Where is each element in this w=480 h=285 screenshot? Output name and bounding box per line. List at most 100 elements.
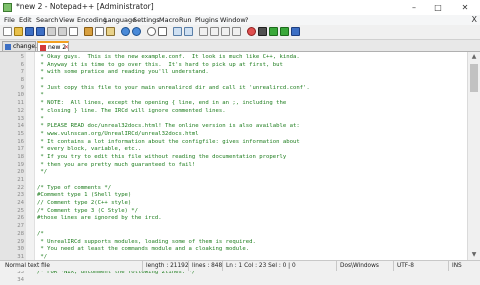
word-wrap-icon[interactable] [210, 27, 219, 36]
tab-new-2[interactable]: new 2 ✕ [37, 41, 69, 51]
scrollbar-thumb[interactable] [470, 64, 478, 92]
print-icon[interactable] [69, 27, 78, 36]
code-line[interactable]: 6 * Anyway it is time to go over this. I… [0, 62, 466, 70]
line-text: #Comment type 1 (Shell type) [37, 192, 132, 199]
open-file-icon[interactable] [14, 27, 23, 36]
replace-icon[interactable] [158, 27, 167, 36]
close-all-icon[interactable] [58, 27, 67, 36]
line-text: * PLEASE READ doc/unreal32docs.html! The… [37, 123, 300, 130]
code-line[interactable]: 17 * every block, variable, etc.. [0, 146, 466, 154]
line-text: /* Comment type 3 (C Style) */ [37, 207, 139, 214]
indent-guide-icon[interactable] [232, 27, 241, 36]
code-line[interactable]: 18 * If you try to edit this file withou… [0, 154, 466, 162]
code-line[interactable]: 26 #those lines are ignored by the ircd. [0, 215, 466, 223]
play-macro-icon[interactable] [269, 27, 278, 36]
show-all-chars-icon[interactable] [221, 27, 230, 36]
line-number: 34 [17, 276, 24, 283]
close-document-icon[interactable]: X [472, 15, 477, 24]
menu-settings[interactable]: Settings [133, 16, 160, 24]
menu-search[interactable]: Search [36, 16, 58, 24]
save-all-icon[interactable] [36, 27, 45, 36]
line-number: 25 [17, 207, 24, 214]
code-line[interactable]: 25 /* Comment type 3 (C Style) */ [0, 208, 466, 216]
code-line[interactable]: 27 [0, 223, 466, 231]
copy-icon[interactable] [95, 27, 104, 36]
scroll-up-icon[interactable]: ▲ [468, 52, 480, 62]
record-macro-icon[interactable] [247, 27, 256, 36]
code-line[interactable]: 12 * closing } line. The IRCd will ignor… [0, 108, 466, 116]
minimize-button[interactable]: – [404, 0, 424, 15]
vertical-scrollbar[interactable]: ▲ ▼ [467, 52, 480, 260]
menu-run[interactable]: Run [179, 16, 191, 24]
code-line[interactable]: 34 [0, 277, 466, 285]
zoom-in-icon[interactable] [173, 27, 182, 36]
stop-macro-icon[interactable] [258, 27, 267, 36]
code-line[interactable]: 16 * It contains a lot information about… [0, 139, 466, 147]
close-tab-icon[interactable]: ✕ [64, 43, 69, 52]
line-text: /* Type of comments */ [37, 184, 112, 191]
line-text: * Just copy this file to your main unrea… [37, 84, 310, 91]
menu-file[interactable]: File [4, 16, 15, 24]
menu-edit[interactable]: Edit [19, 16, 32, 24]
toolbar [0, 25, 480, 40]
menu-bar: File Edit Search View Encoding Language … [0, 15, 480, 25]
code-line[interactable]: 29 * UnrealIRCd supports modules, loadin… [0, 239, 466, 247]
line-number: 19 [17, 161, 24, 168]
code-line[interactable]: 8 * [0, 77, 466, 85]
code-line[interactable]: 10 * [0, 92, 466, 100]
code-line[interactable]: 22 /* Type of comments */ [0, 185, 466, 193]
line-text: * [37, 77, 44, 84]
code-line[interactable]: 5 * Okay guys. This is the new example.c… [0, 54, 466, 62]
menu-help[interactable]: ? [245, 16, 248, 24]
menu-plugins[interactable]: Plugins [195, 16, 218, 24]
code-line[interactable]: 28 /* [0, 231, 466, 239]
scroll-down-icon[interactable]: ▼ [468, 250, 480, 260]
line-number: 29 [17, 238, 24, 245]
code-line[interactable]: 13 * [0, 116, 466, 124]
title-bar: *new 2 - Notepad++ [Administrator] – □ ✕ [0, 0, 480, 16]
line-text: * every block, variable, etc.. [37, 146, 142, 153]
find-icon[interactable] [147, 27, 156, 36]
line-text: * NOTE: All lines, except the opening { … [37, 100, 287, 107]
menu-view[interactable]: View [59, 16, 74, 24]
new-file-icon[interactable] [3, 27, 12, 36]
line-number: 22 [17, 184, 24, 191]
code-line[interactable]: 14 * PLEASE READ doc/unreal32docs.html! … [0, 123, 466, 131]
menu-window[interactable]: Window [220, 16, 246, 24]
line-text: // Comment type 2(C++ style) [37, 200, 132, 207]
paste-icon[interactable] [106, 27, 115, 36]
code-line[interactable]: 7 * with some pratice and reading you'll… [0, 69, 466, 77]
code-line[interactable]: 20 */ [0, 169, 466, 177]
code-line[interactable]: 21 [0, 177, 466, 185]
close-window-button[interactable]: ✕ [455, 0, 475, 15]
code-line[interactable]: 11 * NOTE: All lines, except the opening… [0, 100, 466, 108]
code-line[interactable]: 15 * www.vulnscan.org/UnrealIRCd/unreal3… [0, 131, 466, 139]
save-macro-icon[interactable] [291, 27, 300, 36]
cut-icon[interactable] [84, 27, 93, 36]
line-text: * If you try to edit this file without r… [37, 153, 287, 160]
line-text: /* [37, 230, 44, 237]
tab-change-log[interactable]: change.log [2, 41, 46, 51]
line-text: * [37, 115, 44, 122]
maximize-button[interactable]: □ [428, 0, 448, 15]
code-line[interactable]: 30 * You need at least the commands modu… [0, 246, 466, 254]
zoom-out-icon[interactable] [184, 27, 193, 36]
run-macro-multiple-icon[interactable] [280, 27, 289, 36]
menu-encoding[interactable]: Encoding [77, 16, 107, 24]
window-title: *new 2 - Notepad++ [Administrator] [16, 2, 154, 11]
code-line[interactable]: 24 // Comment type 2(C++ style) [0, 200, 466, 208]
code-line[interactable]: 9 * Just copy this file to your main unr… [0, 85, 466, 93]
redo-icon[interactable] [132, 27, 141, 36]
menu-macro[interactable]: Macro [159, 16, 179, 24]
line-text: * [37, 92, 44, 99]
notepadpp-app-icon [3, 3, 12, 12]
line-number: 10 [17, 92, 24, 99]
undo-icon[interactable] [121, 27, 130, 36]
menu-language[interactable]: Language [104, 16, 136, 24]
editor-area[interactable]: 5 * Okay guys. This is the new example.c… [0, 52, 480, 283]
code-line[interactable]: 23 #Comment type 1 (Shell type) [0, 192, 466, 200]
sync-scroll-icon[interactable] [199, 27, 208, 36]
save-icon[interactable] [25, 27, 34, 36]
code-line[interactable]: 19 * then you are pretty much guaranteed… [0, 162, 466, 170]
close-file-icon[interactable] [47, 27, 56, 36]
